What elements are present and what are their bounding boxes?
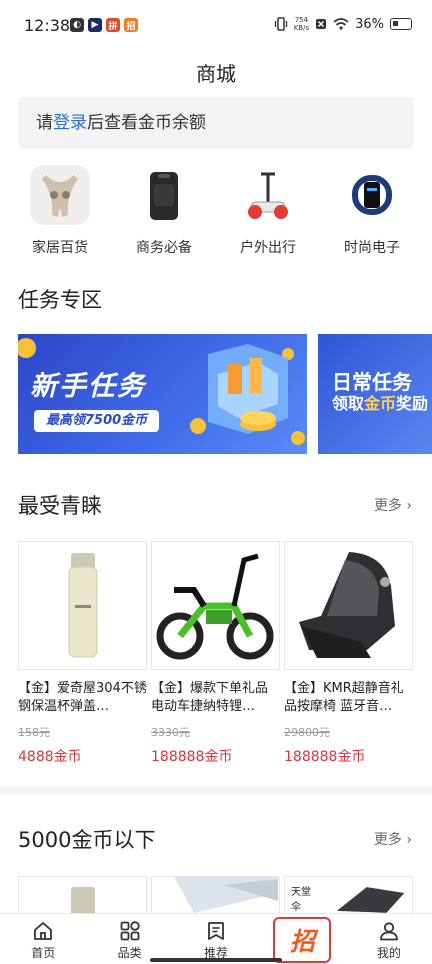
nav-zhao[interactable]: 招 bbox=[259, 914, 345, 964]
category-row: 家居百货 商务必备 户外出行 时尚电子 bbox=[0, 165, 432, 257]
profile-icon bbox=[379, 922, 398, 941]
product-original-price: 3330元 bbox=[151, 726, 190, 739]
nav-label: 我的 bbox=[376, 946, 401, 960]
scooter-icon bbox=[238, 165, 298, 225]
category-business[interactable]: 商务必备 bbox=[118, 165, 210, 257]
category-label: 时尚电子 bbox=[344, 240, 400, 256]
category-label: 户外出行 bbox=[240, 240, 296, 256]
product-coin-price: 188888金币 bbox=[284, 749, 366, 765]
favorites-product-list: 【金】爱奇屋304不锈钢保温杯弹盖… 158元 4888金币 【金】爆款下单礼品… bbox=[18, 541, 432, 766]
zhao-icon: 招 bbox=[285, 923, 320, 957]
section-divider bbox=[0, 786, 432, 794]
daily-task-banner[interactable]: 日常任务 领取金币奖励 bbox=[318, 334, 432, 454]
app-notification-icon: ◐ bbox=[70, 18, 84, 32]
login-suffix: 后查看金币余额 bbox=[87, 113, 206, 133]
status-right-cluster: 754 KB/s 36% bbox=[274, 16, 412, 32]
product-card[interactable] bbox=[151, 876, 280, 916]
network-speed: 754 KB/s bbox=[293, 16, 310, 32]
nav-label: 首页 bbox=[31, 946, 56, 960]
zhao-highlight-box: 招 bbox=[273, 917, 332, 963]
product-coin-price: 4888金币 bbox=[18, 749, 82, 765]
under5000-section-title: 5000金币以下 bbox=[18, 828, 156, 852]
home-icon bbox=[34, 922, 53, 940]
status-time: 12:38 bbox=[24, 16, 71, 35]
battery-percent: 36% bbox=[355, 16, 384, 32]
brand-text: 天堂伞 bbox=[291, 887, 311, 913]
product-card[interactable]: 【金】爆款下单礼品电动车捷纳特锂… 3330元 188888金币 bbox=[151, 541, 280, 766]
tasks-section-title: 任务专区 bbox=[18, 288, 102, 312]
login-link[interactable]: 登录 bbox=[53, 113, 87, 133]
product-name: 【金】爱奇屋304不锈钢保温杯弹盖… bbox=[18, 681, 147, 714]
favorites-more-link[interactable]: 更多 › bbox=[374, 495, 412, 515]
category-electronics[interactable]: 时尚电子 bbox=[326, 165, 418, 257]
nav-profile[interactable]: 我的 bbox=[346, 914, 432, 964]
category-home-goods[interactable]: 家居百货 bbox=[14, 165, 106, 257]
category-outdoor[interactable]: 户外出行 bbox=[222, 165, 314, 257]
ebike-icon bbox=[151, 541, 280, 670]
banner-subtitle: 最高领7500金币 bbox=[34, 410, 160, 432]
under5000-product-list: 天堂伞 bbox=[18, 876, 432, 916]
product-original-price: 29800元 bbox=[284, 726, 330, 739]
status-bar: 12:38 ◐ ▶ 拼 招 754 KB/s 36% bbox=[0, 0, 432, 50]
backpack-icon bbox=[134, 165, 194, 225]
product-card[interactable]: 【金】KMR超静音礼品按摩椅 蓝牙音… 29800元 188888金币 bbox=[284, 541, 413, 766]
umbrella-product-image: 天堂伞 bbox=[284, 876, 413, 916]
product-coin-price: 188888金币 bbox=[151, 749, 233, 765]
play-notification-icon: ▶ bbox=[88, 18, 102, 32]
massager-icon bbox=[30, 165, 90, 225]
wifi-icon bbox=[333, 18, 349, 30]
nav-category[interactable]: 品类 bbox=[86, 914, 172, 964]
status-notification-icons: ◐ ▶ 拼 招 bbox=[70, 18, 138, 32]
category-label: 商务必备 bbox=[136, 240, 192, 256]
product-name: 【金】爆款下单礼品电动车捷纳特锂… bbox=[151, 681, 269, 714]
vibrate-icon bbox=[274, 17, 287, 31]
battery-icon bbox=[390, 18, 412, 30]
banner-subtitle: 领取金币奖励 bbox=[332, 394, 429, 413]
login-prompt-bar[interactable]: 请登录后查看金币余额 bbox=[18, 97, 414, 149]
shop-notification-icon: 拼 bbox=[106, 18, 120, 32]
zhao-notification-icon: 招 bbox=[124, 18, 138, 32]
product-name: 【金】KMR超静音礼品按摩椅 蓝牙音… bbox=[284, 681, 404, 714]
product-card[interactable]: 【金】爱奇屋304不锈钢保温杯弹盖… 158元 4888金币 bbox=[18, 541, 147, 766]
thermos-icon bbox=[18, 541, 147, 670]
banner-title: 新手任务 bbox=[30, 371, 146, 402]
category-icon bbox=[120, 921, 140, 941]
sim-off-icon bbox=[316, 19, 327, 29]
product-image bbox=[151, 876, 280, 916]
bottom-navigation: 首页 品类 推荐 招 我的 bbox=[0, 913, 432, 964]
recommend-icon bbox=[208, 922, 224, 940]
home-indicator[interactable] bbox=[150, 958, 282, 962]
chevron-right-icon: › bbox=[406, 832, 412, 848]
nav-home[interactable]: 首页 bbox=[0, 914, 86, 964]
login-prefix: 请 bbox=[36, 113, 53, 133]
product-card[interactable] bbox=[18, 876, 147, 916]
nav-recommend[interactable]: 推荐 bbox=[173, 914, 259, 964]
page-title: 商城 bbox=[196, 62, 236, 86]
smart-band-icon bbox=[342, 165, 402, 225]
under5000-more-link[interactable]: 更多 › bbox=[374, 829, 412, 849]
thermos-icon bbox=[18, 876, 147, 916]
nav-label: 品类 bbox=[117, 946, 142, 960]
product-original-price: 158元 bbox=[18, 726, 50, 739]
favorites-section-title: 最受青睐 bbox=[18, 494, 102, 518]
product-card[interactable]: 天堂伞 bbox=[284, 876, 413, 916]
massage-chair-icon bbox=[284, 541, 413, 670]
chevron-right-icon: › bbox=[406, 498, 412, 514]
category-label: 家居百货 bbox=[32, 240, 88, 256]
newbie-task-banner[interactable]: 新手任务 最高领7500金币 bbox=[18, 334, 307, 454]
